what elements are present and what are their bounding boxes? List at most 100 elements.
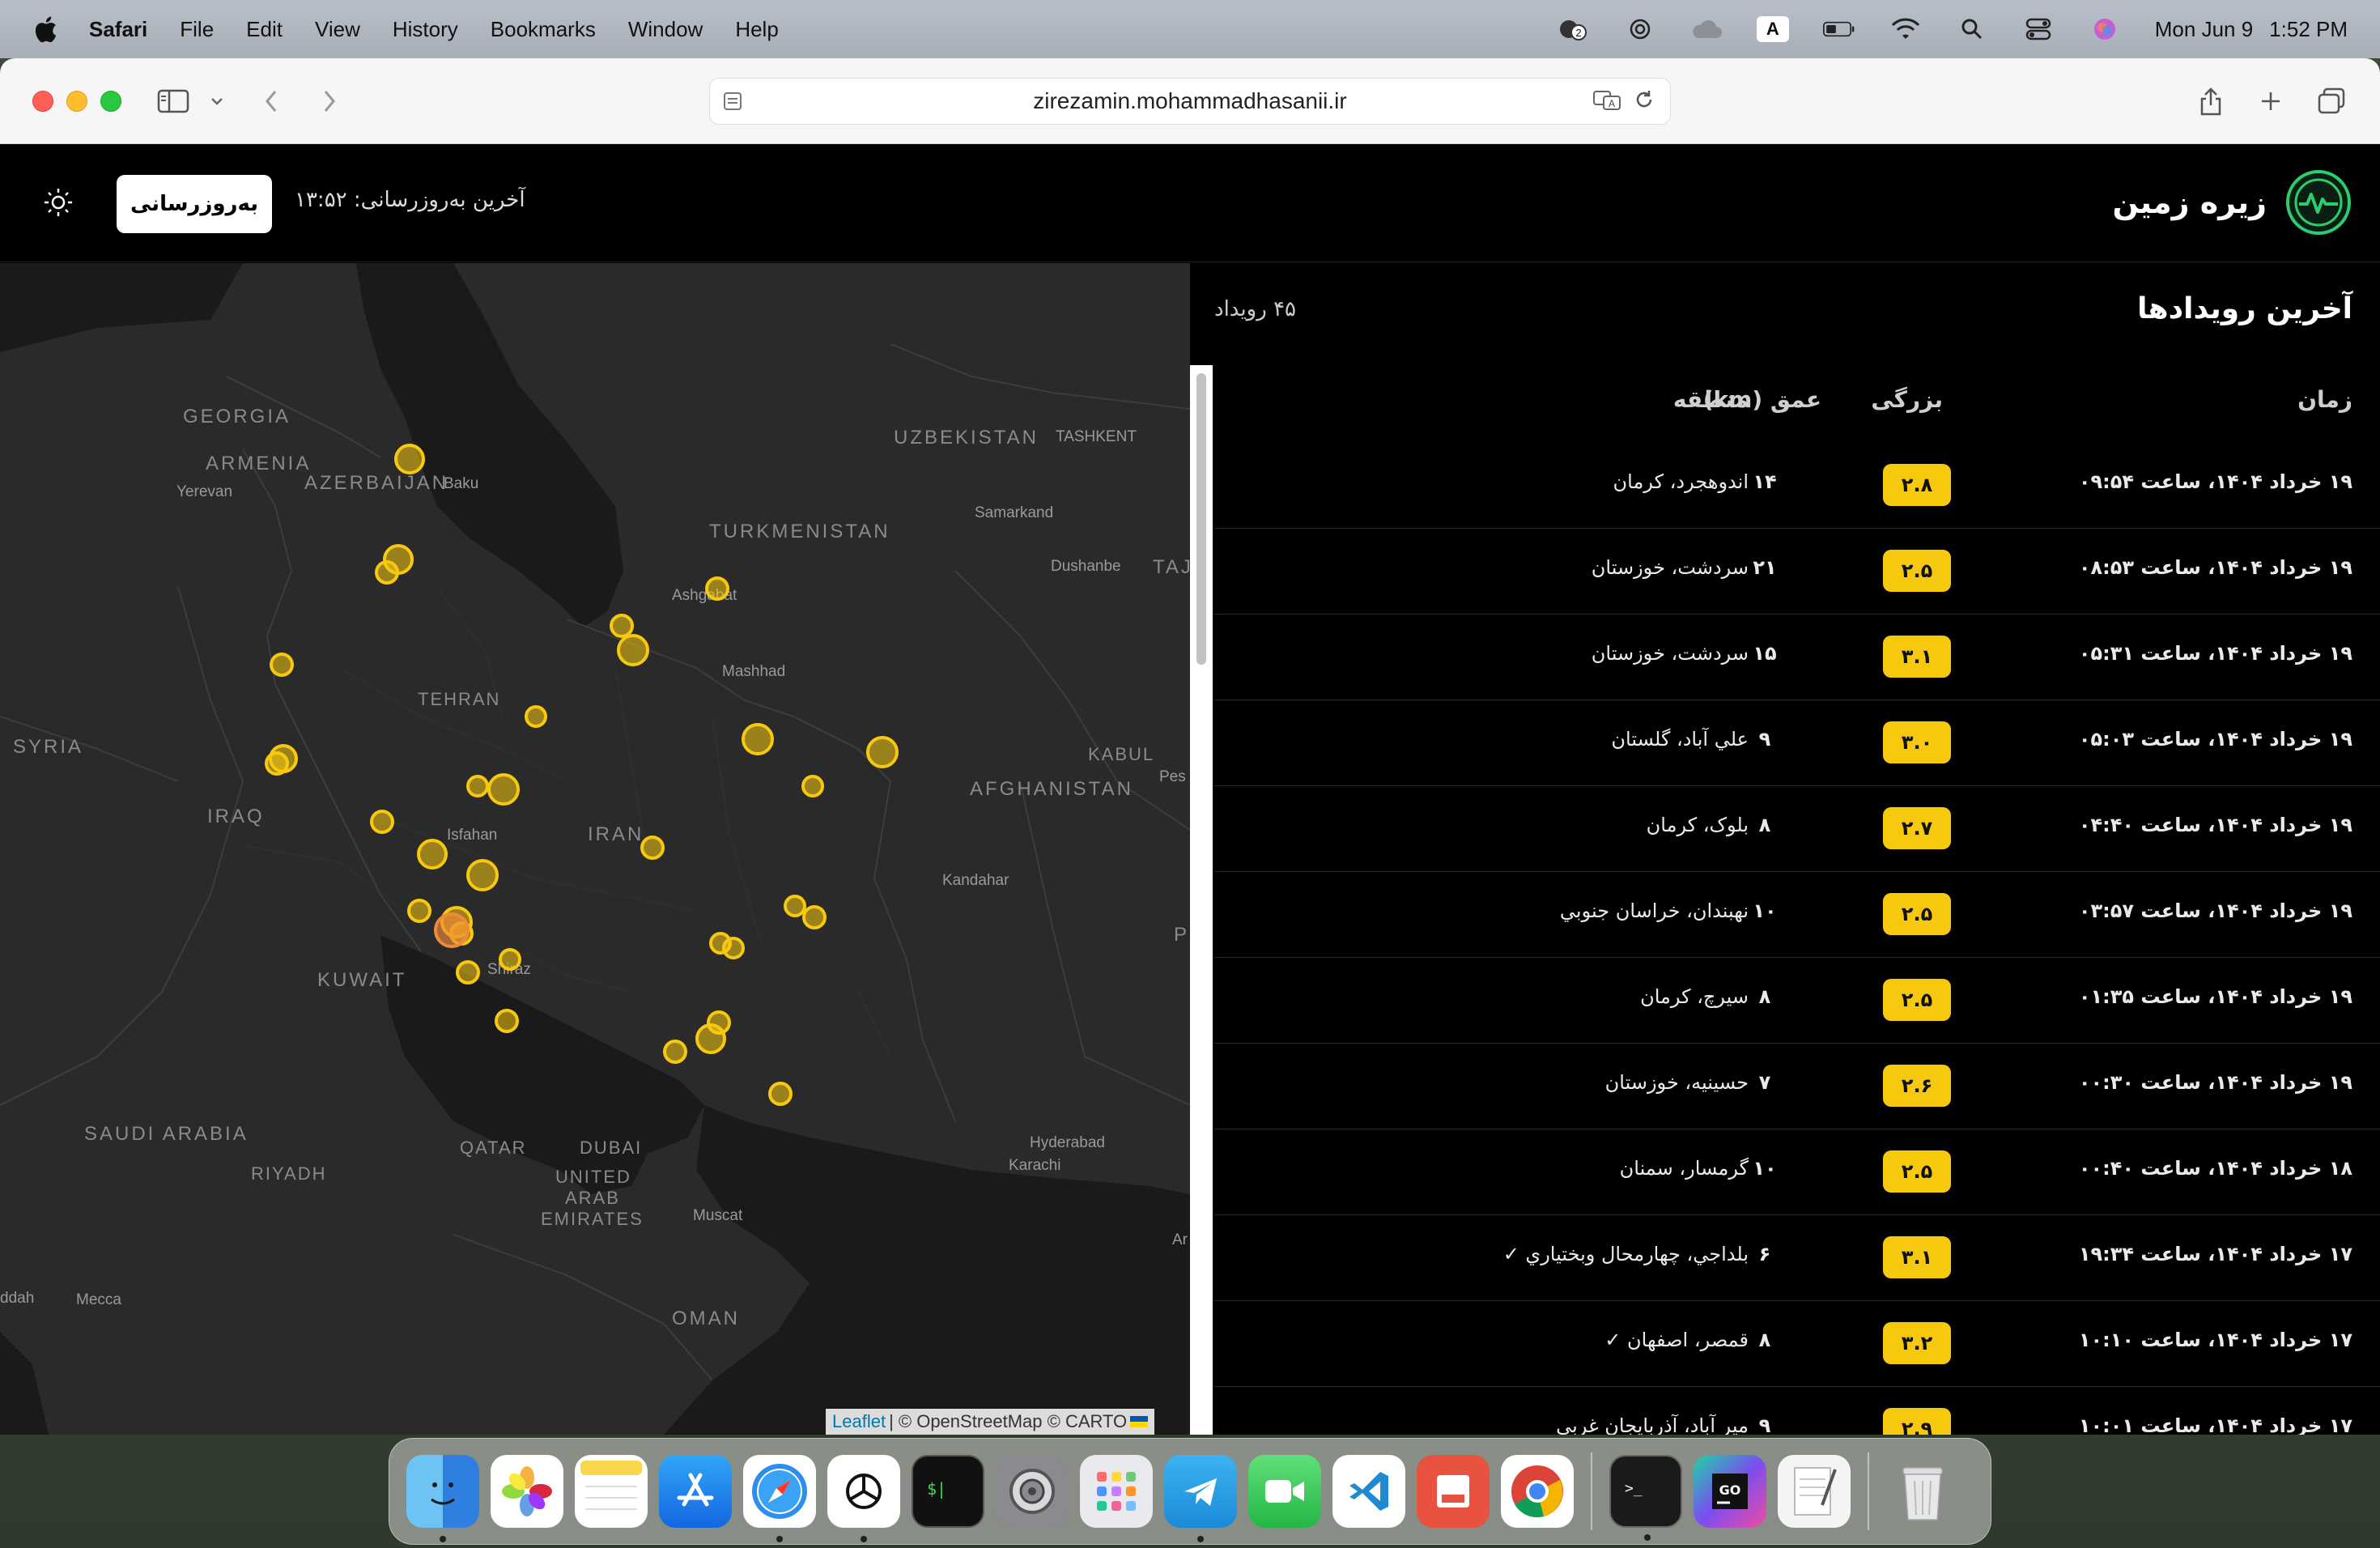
notification-badge-icon[interactable]: 2	[1558, 16, 1590, 42]
chrome-icon[interactable]	[1501, 1455, 1574, 1528]
quake-marker[interactable]	[466, 859, 499, 891]
apple-menu-icon[interactable]	[31, 13, 60, 45]
sidebar-toggle-icon[interactable]	[157, 81, 189, 121]
refresh-button[interactable]: به‌روزرسانی	[117, 175, 272, 233]
page-settings-icon[interactable]	[721, 90, 744, 118]
telegram-icon[interactable]	[1164, 1455, 1237, 1542]
table-row[interactable]: ۱۷ خرداد ۱۴۰۴، ساعت ۱۹:۳۴ ۳.۱ ۶ بلداجي، …	[1214, 1215, 2380, 1301]
reload-icon[interactable]	[1633, 88, 1655, 117]
scrollbar-thumb[interactable]	[1196, 373, 1206, 665]
quake-marker[interactable]	[525, 705, 547, 728]
menu-help[interactable]: Help	[735, 17, 778, 42]
table-row[interactable]: ۱۷ خرداد ۱۴۰۴، ساعت ۱۰:۱۰ ۳.۲ ۸ قمصر، اص…	[1214, 1301, 2380, 1387]
finder-icon[interactable]	[406, 1455, 479, 1542]
minimize-window-button[interactable]	[66, 91, 87, 112]
terminal-dev-icon[interactable]: $|	[912, 1455, 984, 1528]
quake-marker[interactable]	[499, 948, 521, 971]
table-row[interactable]: ۱۹ خرداد ۱۴۰۴، ساعت ۰۵:۰۳ ۳.۰ ۹ علي آباد…	[1214, 700, 2380, 786]
zoom-window-button[interactable]	[100, 91, 121, 112]
quake-marker[interactable]	[370, 810, 394, 834]
menu-edit[interactable]: Edit	[246, 17, 283, 42]
table-row[interactable]: ۱۹ خرداد ۱۴۰۴، ساعت ۰۱:۳۵ ۲.۵ ۸ سيرچ، کر…	[1214, 958, 2380, 1044]
forward-button-icon[interactable]	[321, 81, 338, 121]
notes-icon[interactable]	[575, 1455, 648, 1528]
vscode-icon[interactable]	[1332, 1455, 1405, 1528]
photos-icon[interactable]	[491, 1455, 563, 1528]
siri-icon[interactable]	[2089, 16, 2121, 42]
menu-view[interactable]: View	[315, 17, 360, 42]
column-time[interactable]: زمان	[2297, 386, 2352, 413]
table-row[interactable]: ۱۹ خرداد ۱۴۰۴، ساعت ۰۹:۵۴ ۲.۸ ۱۴ اندوهجر…	[1214, 443, 2380, 529]
launchpad-icon[interactable]	[1080, 1455, 1153, 1528]
quake-marker[interactable]	[866, 736, 899, 768]
quake-marker[interactable]	[705, 576, 729, 601]
quake-marker[interactable]	[270, 653, 294, 677]
brand[interactable]: زیره زمین	[2112, 168, 2352, 236]
close-window-button[interactable]	[32, 91, 53, 112]
translate-icon[interactable]: A	[1592, 88, 1621, 117]
table-row[interactable]: ۱۹ خرداد ۱۴۰۴، ساعت ۰۵:۳۱ ۳.۱ ۱۵ سردشت، …	[1214, 615, 2380, 700]
terminal-icon[interactable]: >_	[1609, 1455, 1682, 1541]
spotlight-search-icon[interactable]	[1956, 16, 1988, 42]
quake-marker[interactable]	[456, 960, 480, 985]
quake-marker[interactable]	[640, 836, 665, 860]
quake-marker[interactable]	[417, 839, 448, 870]
battery-icon[interactable]	[1822, 16, 1855, 42]
mockup-app-icon[interactable]	[1417, 1455, 1490, 1528]
goland-icon[interactable]: GO	[1694, 1455, 1766, 1528]
wifi-icon[interactable]	[1889, 16, 1922, 42]
quake-marker[interactable]	[617, 634, 649, 666]
quake-marker[interactable]	[742, 723, 774, 755]
chatgpt-menu-icon[interactable]	[1624, 16, 1656, 42]
column-magnitude[interactable]: بزرگی	[1871, 386, 1943, 413]
quake-marker[interactable]	[784, 895, 806, 917]
quake-marker[interactable]	[802, 905, 827, 929]
chevron-down-icon[interactable]	[209, 81, 225, 121]
menu-window[interactable]: Window	[628, 17, 703, 42]
table-row[interactable]: ۱۹ خرداد ۱۴۰۴، ساعت ۰۸:۵۳ ۲.۵ ۲۱ سردشت، …	[1214, 529, 2380, 615]
table-row[interactable]: ۱۹ خرداد ۱۴۰۴، ساعت ۰۰:۳۰ ۲.۶ ۷ حسينيه، …	[1214, 1044, 2380, 1129]
tab-overview-icon[interactable]	[2317, 81, 2346, 121]
menu-file[interactable]: File	[180, 17, 214, 42]
quake-marker[interactable]	[495, 1009, 519, 1033]
facetime-icon[interactable]	[1248, 1455, 1321, 1528]
leaflet-link[interactable]: Leaflet	[832, 1411, 886, 1432]
table-row[interactable]: ۱۹ خرداد ۱۴۰۴، ساعت ۰۳:۵۷ ۲.۵ ۱۰ نهبندان…	[1214, 872, 2380, 958]
quake-marker[interactable]	[663, 1040, 687, 1064]
quake-marker-highlighted[interactable]	[434, 912, 470, 948]
quake-marker[interactable]	[801, 775, 824, 797]
safari-icon[interactable]	[743, 1455, 816, 1542]
table-row[interactable]: ۱۷ خرداد ۱۴۰۴، ساعت ۱۰:۰۱ ۲.۹ ۹ مير آباد…	[1214, 1387, 2380, 1435]
quake-marker[interactable]	[695, 1023, 726, 1054]
chatgpt-icon[interactable]	[827, 1455, 900, 1542]
back-button-icon[interactable]	[262, 81, 280, 121]
control-center-icon[interactable]	[2022, 16, 2055, 42]
address-bar[interactable]: zirezamin.mohammadhasanii.ir A	[709, 78, 1671, 125]
quake-marker[interactable]	[466, 775, 489, 797]
theme-toggle-sun-icon[interactable]	[42, 186, 74, 219]
menu-history[interactable]: History	[393, 17, 458, 42]
quake-marker[interactable]	[407, 899, 431, 923]
quake-marker[interactable]	[375, 560, 399, 585]
quake-marker[interactable]	[722, 937, 745, 959]
url-text[interactable]: zirezamin.mohammadhasanii.ir	[1033, 88, 1346, 114]
new-tab-icon[interactable]	[2259, 81, 2283, 121]
column-region[interactable]: منطقه	[1673, 386, 1749, 413]
quake-marker[interactable]	[768, 1082, 793, 1106]
quake-marker[interactable]	[265, 751, 289, 776]
menubar-time[interactable]: 1:52 PM	[2269, 17, 2348, 42]
trash-icon[interactable]	[1886, 1455, 1959, 1528]
earthquake-map[interactable]: GEORGIA ARMENIA Yerevan AZERBAIJAN Baku …	[0, 263, 1190, 1435]
textedit-icon[interactable]	[1778, 1455, 1851, 1528]
menu-app-name[interactable]: Safari	[89, 17, 147, 42]
quake-marker[interactable]	[610, 614, 634, 638]
table-row[interactable]: ۱۹ خرداد ۱۴۰۴، ساعت ۰۴:۴۰ ۲.۷ ۸ بلوک، کر…	[1214, 786, 2380, 872]
table-row[interactable]: ۱۸ خرداد ۱۴۰۴، ساعت ۰۰:۴۰ ۲.۵ ۱۰ گرمسار،…	[1214, 1129, 2380, 1215]
cloud-icon[interactable]	[1690, 16, 1723, 42]
quake-marker[interactable]	[487, 773, 520, 806]
system-settings-icon[interactable]	[996, 1455, 1069, 1528]
events-scrollbar[interactable]	[1190, 365, 1213, 1435]
menubar-date[interactable]: Mon Jun 9	[2155, 17, 2253, 42]
input-source-icon[interactable]: A	[1756, 16, 1789, 42]
app-store-icon[interactable]	[659, 1455, 732, 1528]
